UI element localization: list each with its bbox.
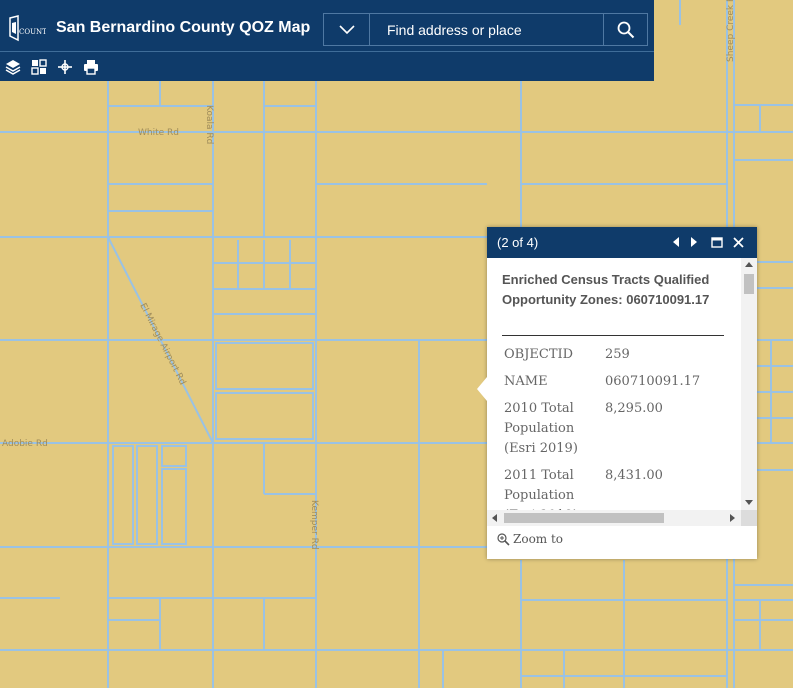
scroll-up-icon[interactable] <box>745 261 753 267</box>
scroll-left-icon[interactable] <box>491 514 497 522</box>
close-icon <box>732 236 744 248</box>
road-label-white: White Rd <box>138 128 179 138</box>
vertical-scroll-thumb[interactable] <box>744 274 754 294</box>
road-label-kemper: Kemper Rd <box>309 500 319 550</box>
popup-next-button[interactable] <box>686 233 702 251</box>
field-value: 8,431.00 <box>605 468 663 483</box>
search-source-dropdown[interactable] <box>324 14 370 45</box>
field-label: 2010 Total Population (Esri 2019) <box>504 401 578 456</box>
popup-content[interactable]: Enriched Census Tracts Qualified Opportu… <box>487 258 741 510</box>
horizontal-scrollbar[interactable] <box>487 510 741 526</box>
field-label: OBJECTID <box>504 347 574 362</box>
field-value: 060710091.17 <box>605 374 701 389</box>
scrollbar-corner <box>741 510 757 526</box>
vertical-scrollbar[interactable] <box>741 258 757 510</box>
app-header: COUNTY San Bernardino County QOZ Map <box>0 0 654 81</box>
triangle-left-icon <box>673 237 679 247</box>
zoom-in-icon <box>497 532 510 546</box>
field-value: 8,295.00 <box>605 401 663 416</box>
print-icon <box>84 60 98 75</box>
popup-close-button[interactable] <box>730 233 746 251</box>
chevron-down-icon <box>338 24 355 34</box>
title-bar: COUNTY San Bernardino County QOZ Map <box>0 6 654 52</box>
toolbar <box>0 53 654 81</box>
logo-text: COUNTY <box>19 28 46 36</box>
basemap-gallery-button[interactable] <box>29 57 49 77</box>
zoom-to-label: Zoom to <box>513 532 564 546</box>
popup-prev-button[interactable] <box>668 233 684 251</box>
popup-counter: (2 of 4) <box>497 235 539 250</box>
measure-icon <box>58 60 72 74</box>
maximize-icon <box>711 236 723 248</box>
search-box <box>323 13 648 46</box>
scroll-right-icon[interactable] <box>730 514 736 522</box>
print-button[interactable] <box>81 57 101 77</box>
road-label-koala: Koala Rd <box>204 105 214 144</box>
county-logo: COUNTY <box>9 15 46 42</box>
field-value: 259 <box>605 347 630 362</box>
triangle-right-icon <box>691 237 697 247</box>
zoom-to-link[interactable]: Zoom to <box>497 532 563 546</box>
layers-button[interactable] <box>3 57 23 77</box>
layers-icon <box>5 60 21 75</box>
field-label: 2011 Total Population (Esri 2019) <box>504 468 578 510</box>
popup-title: Enriched Census Tracts Qualified Opportu… <box>502 272 710 307</box>
popup-divider <box>502 335 724 336</box>
scroll-down-icon[interactable] <box>745 500 753 506</box>
popup-pointer <box>477 377 487 401</box>
popup-header: (2 of 4) <box>487 227 757 258</box>
search-icon <box>617 21 634 38</box>
field-label: NAME <box>504 374 548 389</box>
measure-button[interactable] <box>55 57 75 77</box>
info-popup: (2 of 4) Enriched Census Tracts Qualifie… <box>477 227 757 559</box>
search-input[interactable] <box>370 14 604 45</box>
basemap-gallery-icon <box>31 59 47 75</box>
horizontal-scroll-thumb[interactable] <box>504 513 664 523</box>
app-title: San Bernardino County QOZ Map <box>56 19 311 36</box>
road-label-adobie: Adobie Rd <box>2 439 48 449</box>
road-label-sheep-creek: Sheep Creek Rd <box>726 0 736 62</box>
search-button[interactable] <box>603 14 647 45</box>
popup-maximize-button[interactable] <box>709 233 725 251</box>
